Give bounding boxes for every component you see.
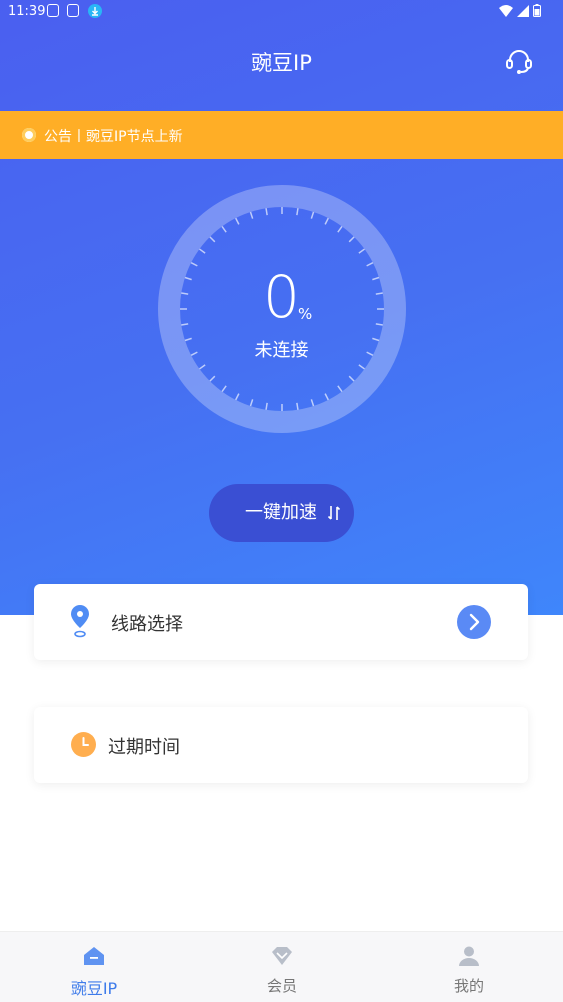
gauge-tick bbox=[235, 393, 240, 401]
tab-profile-label: 我的 bbox=[453, 977, 484, 995]
status-bar: 11:39 bbox=[0, 0, 563, 24]
gauge-tick bbox=[235, 217, 240, 225]
shield-notification-icon bbox=[47, 4, 59, 17]
gauge-tick bbox=[358, 248, 365, 254]
download-notification-icon bbox=[88, 4, 102, 18]
battery-icon bbox=[533, 4, 541, 17]
signal-icon bbox=[517, 4, 529, 17]
user-icon bbox=[459, 946, 479, 966]
vpn-notification-icon bbox=[67, 4, 79, 17]
tab-profile[interactable]: 我的 bbox=[409, 932, 529, 1002]
expiry-time-card: 过期时间 bbox=[34, 707, 528, 783]
one-click-accelerate-button[interactable]: 一键加速 bbox=[209, 484, 354, 542]
connection-percent: 0 bbox=[263, 263, 300, 331]
gauge-tick bbox=[324, 393, 329, 401]
location-pin-icon bbox=[71, 605, 89, 638]
route-selection-card[interactable]: 线路选择 bbox=[34, 584, 528, 660]
gauge-tick bbox=[310, 399, 315, 407]
diamond-icon bbox=[272, 947, 292, 965]
gauge-tick bbox=[348, 375, 355, 382]
home-icon bbox=[84, 947, 104, 965]
system-status-icons bbox=[499, 4, 541, 17]
chevron-right-icon[interactable] bbox=[457, 605, 491, 639]
expiry-time-label: 过期时间 bbox=[108, 737, 180, 758]
route-selection-label: 线路选择 bbox=[111, 614, 183, 635]
gauge-tick bbox=[221, 385, 227, 392]
gauge-tick bbox=[358, 364, 365, 370]
gauge-tick bbox=[249, 399, 254, 407]
gauge-tick bbox=[265, 402, 268, 410]
gauge-tick bbox=[337, 226, 343, 233]
gauge-tick bbox=[324, 217, 329, 225]
headset-icon[interactable] bbox=[505, 47, 533, 75]
gauge-tick bbox=[199, 248, 206, 254]
announcement-text: 公告丨豌豆IP节点上新 bbox=[44, 129, 183, 145]
gauge-tick bbox=[296, 402, 299, 410]
gauge-tick bbox=[348, 236, 355, 243]
gauge-tick bbox=[337, 385, 343, 392]
tab-home[interactable]: 豌豆IP bbox=[34, 932, 154, 1002]
gauge-tick bbox=[310, 211, 315, 219]
app-title: 豌豆IP bbox=[251, 51, 312, 75]
status-time: 11:39 bbox=[8, 4, 46, 19]
percent-unit: % bbox=[298, 305, 313, 323]
tab-membership-label: 会员 bbox=[266, 977, 297, 995]
accelerate-label: 一键加速 bbox=[245, 502, 317, 523]
clock-icon bbox=[71, 732, 96, 757]
announcement-bar[interactable]: 公告丨豌豆IP节点上新 bbox=[0, 111, 563, 159]
gauge-tick bbox=[249, 211, 254, 219]
gauge-tick bbox=[199, 364, 206, 370]
gauge-tick bbox=[296, 208, 299, 216]
swap-vertical-icon bbox=[327, 506, 341, 520]
notice-dot-icon bbox=[22, 128, 36, 142]
tab-home-label: 豌豆IP bbox=[70, 979, 118, 998]
wifi-icon bbox=[499, 4, 513, 17]
tab-membership[interactable]: 会员 bbox=[222, 932, 342, 1002]
gauge-tick bbox=[221, 226, 227, 233]
gauge-tick bbox=[265, 208, 268, 216]
bottom-tab-bar: 豌豆IP 会员 我的 bbox=[0, 931, 563, 1002]
gauge-tick bbox=[209, 236, 216, 243]
gauge-tick bbox=[209, 375, 216, 382]
connection-status: 未连接 bbox=[254, 340, 309, 361]
